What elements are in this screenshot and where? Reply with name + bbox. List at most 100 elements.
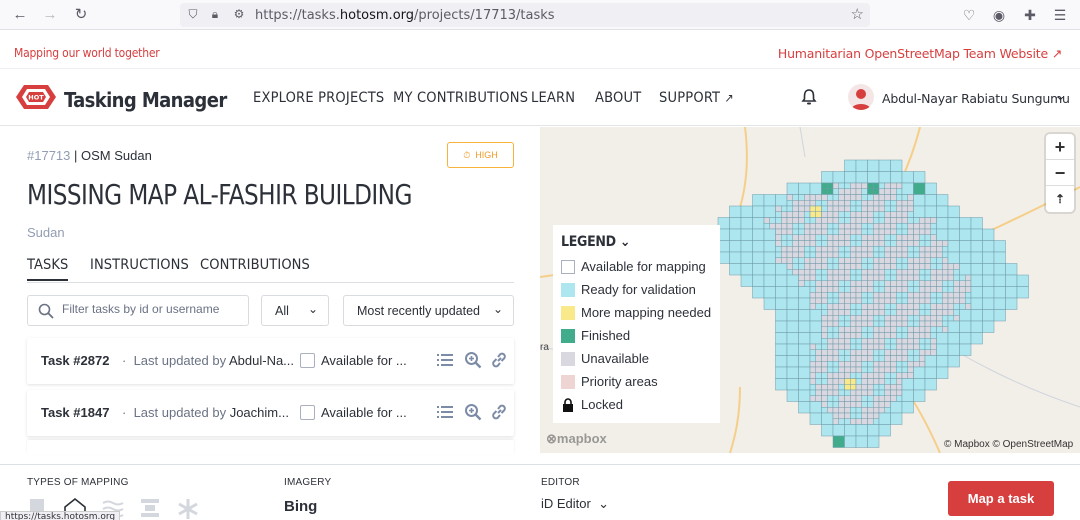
task-cell[interactable] bbox=[919, 286, 926, 293]
task-cell[interactable] bbox=[982, 286, 995, 299]
task-cell[interactable] bbox=[786, 223, 793, 230]
task-cell[interactable] bbox=[942, 269, 949, 276]
task-cell[interactable] bbox=[884, 251, 891, 258]
task-cell[interactable] bbox=[809, 389, 816, 396]
task-cell[interactable] bbox=[832, 194, 839, 201]
task-cell[interactable] bbox=[850, 366, 857, 373]
task-cell[interactable] bbox=[815, 205, 822, 212]
task-cell[interactable] bbox=[855, 361, 862, 368]
task-cell[interactable] bbox=[815, 228, 822, 235]
task-cell[interactable] bbox=[1005, 263, 1018, 276]
task-cell[interactable] bbox=[890, 332, 897, 339]
task-cell[interactable] bbox=[901, 269, 908, 276]
task-cell[interactable] bbox=[947, 315, 954, 322]
task-cell[interactable] bbox=[832, 200, 839, 207]
task-cell[interactable] bbox=[884, 343, 891, 350]
task-cell[interactable] bbox=[850, 297, 857, 304]
task-cell[interactable] bbox=[867, 286, 874, 293]
task-cell[interactable] bbox=[913, 234, 920, 241]
task-cell[interactable] bbox=[878, 223, 885, 230]
task-cell[interactable] bbox=[873, 355, 880, 362]
task-cell[interactable] bbox=[896, 349, 903, 356]
task-cell[interactable] bbox=[907, 269, 914, 276]
task-cell[interactable] bbox=[896, 297, 903, 304]
task-cell[interactable] bbox=[838, 412, 845, 419]
task-cell[interactable] bbox=[890, 401, 903, 414]
task-cell[interactable] bbox=[775, 211, 782, 218]
task-cell[interactable] bbox=[850, 361, 857, 368]
task-cell[interactable] bbox=[924, 269, 931, 276]
task-cell[interactable] bbox=[809, 274, 816, 281]
task-cell[interactable] bbox=[878, 384, 885, 391]
task-cell[interactable] bbox=[832, 228, 839, 235]
task-cell[interactable] bbox=[844, 418, 851, 425]
task-cell[interactable] bbox=[924, 326, 931, 333]
task-cell[interactable] bbox=[786, 309, 799, 322]
task-cell[interactable] bbox=[901, 217, 908, 224]
task-cell[interactable] bbox=[907, 349, 914, 356]
task-cell[interactable] bbox=[740, 217, 753, 230]
task-cell[interactable] bbox=[855, 320, 862, 327]
task-cell[interactable] bbox=[838, 401, 845, 408]
task-cell[interactable] bbox=[775, 297, 788, 310]
task-cell[interactable] bbox=[913, 315, 920, 322]
task-cell[interactable] bbox=[936, 274, 943, 281]
task-cell[interactable] bbox=[901, 343, 908, 350]
task-cell[interactable] bbox=[855, 309, 862, 316]
task-cell[interactable] bbox=[993, 240, 1006, 253]
task-cell[interactable] bbox=[838, 280, 845, 287]
task-cell[interactable] bbox=[815, 200, 822, 207]
task-cell[interactable] bbox=[798, 182, 811, 195]
task-cell[interactable] bbox=[832, 424, 845, 437]
task-cell[interactable] bbox=[959, 274, 966, 281]
task-cell[interactable] bbox=[855, 389, 862, 396]
task-cell[interactable] bbox=[896, 269, 903, 276]
task-cell[interactable] bbox=[827, 343, 834, 350]
task-cell[interactable] bbox=[936, 228, 949, 241]
task-cell[interactable] bbox=[832, 395, 839, 402]
task-cell[interactable] bbox=[832, 234, 839, 241]
task-cell[interactable] bbox=[809, 269, 816, 276]
task-cell[interactable] bbox=[924, 194, 937, 207]
task-cell[interactable] bbox=[930, 263, 937, 270]
task-cell[interactable] bbox=[959, 286, 966, 293]
task-cell[interactable] bbox=[896, 355, 903, 362]
task-cell[interactable] bbox=[924, 378, 937, 391]
task-cell[interactable] bbox=[861, 280, 868, 287]
task-cell[interactable] bbox=[919, 338, 926, 345]
task-cell[interactable] bbox=[763, 263, 776, 276]
task-cell[interactable] bbox=[947, 303, 954, 310]
task-cell[interactable] bbox=[827, 234, 834, 241]
task-cell[interactable] bbox=[878, 395, 885, 402]
task-cell[interactable] bbox=[878, 182, 885, 189]
task-cell[interactable] bbox=[832, 435, 845, 448]
task-cell[interactable] bbox=[763, 194, 776, 207]
task-cell[interactable] bbox=[936, 315, 943, 322]
task-cell[interactable] bbox=[850, 407, 857, 414]
task-cell[interactable] bbox=[959, 297, 966, 304]
task-cell[interactable] bbox=[878, 315, 885, 322]
task-cell[interactable] bbox=[890, 384, 897, 391]
task-cell[interactable] bbox=[827, 286, 834, 293]
task-cell[interactable] bbox=[936, 194, 949, 207]
task-cell[interactable] bbox=[821, 332, 828, 339]
lock-icon[interactable]: 🔒︎ bbox=[208, 7, 222, 23]
task-cell[interactable] bbox=[804, 257, 811, 264]
task-cell[interactable] bbox=[896, 366, 903, 373]
task-cell[interactable] bbox=[838, 200, 845, 207]
nav-about[interactable]: ABOUT bbox=[595, 90, 641, 106]
task-cell[interactable] bbox=[919, 251, 926, 258]
task-cell[interactable] bbox=[907, 355, 914, 362]
task-cell[interactable] bbox=[913, 171, 926, 184]
task-cell[interactable] bbox=[775, 205, 782, 212]
task-cell[interactable] bbox=[815, 384, 822, 391]
task-cell[interactable] bbox=[959, 332, 972, 345]
task-cell[interactable] bbox=[809, 303, 816, 310]
task-cell[interactable] bbox=[827, 257, 834, 264]
task-cell[interactable] bbox=[821, 407, 828, 414]
project-country[interactable]: Sudan bbox=[27, 225, 65, 240]
task-cell[interactable] bbox=[827, 246, 834, 253]
task-cell[interactable] bbox=[913, 182, 926, 195]
task-cell[interactable] bbox=[775, 246, 782, 253]
task-cell[interactable] bbox=[827, 395, 834, 402]
